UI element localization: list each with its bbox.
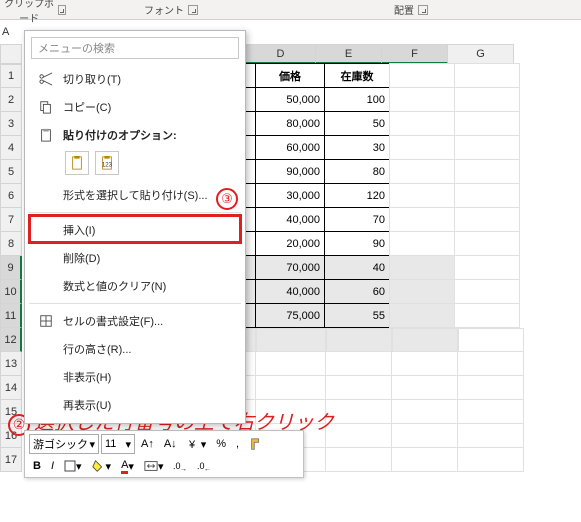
mini-italic[interactable]: I — [47, 456, 58, 476]
cell-price[interactable]: 30,000 — [255, 183, 325, 208]
cell-stock[interactable]: 120 — [324, 183, 390, 208]
column-header-g[interactable]: G — [448, 44, 514, 64]
mini-size-select[interactable]: 11▾ — [101, 434, 135, 454]
menu-format-cells[interactable]: セルの書式設定(F)... — [25, 307, 245, 335]
cell-stock[interactable]: 80 — [324, 159, 390, 184]
column-header-e[interactable]: E — [316, 44, 382, 64]
row-header-9[interactable]: 9 — [0, 256, 22, 280]
mini-percent[interactable]: % — [212, 434, 230, 454]
menu-paste-options-label: 貼り付けのオプション: — [25, 121, 245, 149]
mini-accounting-format[interactable]: ¥▾ — [183, 434, 211, 454]
mini-font-color[interactable]: A▾ — [117, 456, 138, 476]
mini-format-painter[interactable] — [245, 434, 267, 454]
cell-stock[interactable]: 60 — [324, 279, 390, 304]
menu-delete[interactable]: 削除(D) — [25, 244, 245, 272]
cell-stock[interactable]: 55 — [324, 303, 390, 328]
select-all-corner[interactable] — [0, 44, 22, 64]
cell-price[interactable]: 60,000 — [255, 135, 325, 160]
mini-bold[interactable]: B — [29, 456, 45, 476]
cell-stock[interactable]: 40 — [324, 255, 390, 280]
menu-row-height[interactable]: 行の高さ(R)... — [25, 335, 245, 363]
cell-price[interactable]: 70,000 — [255, 255, 325, 280]
ribbon-alignment-label: 配置 — [394, 2, 414, 17]
menu-separator — [29, 303, 241, 304]
mini-decrease-font[interactable]: A↓ — [160, 434, 181, 454]
cell-price[interactable]: 40,000 — [255, 207, 325, 232]
svg-text:→: → — [180, 466, 187, 472]
scissors-icon — [35, 70, 57, 88]
mini-toolbar: 游ゴシック▾ 11▾ A↑ A↓ ¥▾ % , B I ▾ ▾ A▾ ▾ .0→… — [24, 430, 304, 478]
paste-option-default[interactable] — [65, 151, 89, 175]
cell-price[interactable]: 20,000 — [255, 231, 325, 256]
ribbon-clipboard-label: クリップボード — [4, 0, 54, 25]
cell-price[interactable]: 90,000 — [255, 159, 325, 184]
name-box[interactable]: A — [2, 26, 20, 38]
menu-insert[interactable]: 挿入(I) — [25, 216, 245, 244]
mini-decrease-decimal[interactable]: .0← — [193, 456, 215, 476]
format-cells-icon — [35, 312, 57, 330]
svg-text:¥: ¥ — [188, 439, 196, 451]
menu-unhide[interactable]: 再表示(U) — [25, 391, 245, 419]
cell-stock[interactable]: 50 — [324, 111, 390, 136]
row-header-12[interactable]: 12 — [0, 328, 22, 352]
row-header-10[interactable]: 10 — [0, 280, 22, 304]
header-price[interactable]: 価格 — [255, 63, 325, 88]
menu-hide[interactable]: 非表示(H) — [25, 363, 245, 391]
menu-clear[interactable]: 数式と値のクリア(N) — [25, 272, 245, 300]
svg-text:123: 123 — [102, 162, 113, 169]
row-header-17[interactable]: 17 — [0, 448, 22, 472]
cell-stock[interactable]: 30 — [324, 135, 390, 160]
mini-fill-color[interactable]: ▾ — [88, 456, 116, 476]
menu-paste-special[interactable]: 形式を選択して貼り付け(S)... — [25, 181, 245, 209]
mini-increase-font[interactable]: A↑ — [137, 434, 158, 454]
copy-icon — [35, 98, 57, 116]
row-header-14[interactable]: 14 — [0, 376, 22, 400]
mini-comma[interactable]: , — [232, 434, 243, 454]
menu-copy[interactable]: コピー(C) — [25, 93, 245, 121]
menu-cut[interactable]: 切り取り(T) — [25, 65, 245, 93]
ribbon-group-labels: クリップボード フォント 配置 — [0, 0, 581, 20]
column-header-f[interactable]: F — [382, 44, 448, 64]
clipboard-icon — [35, 126, 57, 144]
cell-price[interactable]: 75,000 — [255, 303, 325, 328]
row-header-1[interactable]: 1 — [0, 64, 22, 88]
row-header-8[interactable]: 8 — [0, 232, 22, 256]
row-header-7[interactable]: 7 — [0, 208, 22, 232]
alignment-dialog-launcher[interactable] — [418, 5, 428, 15]
menu-search-input[interactable]: メニューの検索 — [31, 37, 239, 59]
annotation-step3: ③ — [216, 188, 238, 210]
row-header-3[interactable]: 3 — [0, 112, 22, 136]
cell-price[interactable]: 80,000 — [255, 111, 325, 136]
header-stock[interactable]: 在庫数 — [324, 63, 390, 88]
context-menu: メニューの検索 切り取り(T) コピー(C) 貼り付けのオプション: 123 形… — [24, 30, 246, 424]
row-header-4[interactable]: 4 — [0, 136, 22, 160]
cell-price[interactable]: 50,000 — [255, 87, 325, 112]
row-header-13[interactable]: 13 — [0, 352, 22, 376]
row-header-5[interactable]: 5 — [0, 160, 22, 184]
mini-merge[interactable]: ▾ — [140, 456, 168, 476]
row-header-6[interactable]: 6 — [0, 184, 22, 208]
row-header-11[interactable]: 11 — [0, 304, 22, 328]
clipboard-dialog-launcher[interactable] — [58, 5, 66, 15]
paste-option-values[interactable]: 123 — [95, 151, 119, 175]
cell-stock[interactable]: 100 — [324, 87, 390, 112]
mini-borders[interactable]: ▾ — [60, 456, 86, 476]
ribbon-font-label: フォント — [144, 2, 184, 17]
svg-text:←: ← — [204, 466, 211, 472]
menu-separator — [29, 212, 241, 213]
mini-font-select[interactable]: 游ゴシック▾ — [29, 434, 99, 454]
cell-stock[interactable]: 90 — [324, 231, 390, 256]
column-header-d[interactable]: D — [246, 44, 316, 64]
cell-stock[interactable]: 70 — [324, 207, 390, 232]
mini-increase-decimal[interactable]: .0→ — [169, 456, 191, 476]
cell-price[interactable]: 40,000 — [255, 279, 325, 304]
row-header-2[interactable]: 2 — [0, 88, 22, 112]
font-dialog-launcher[interactable] — [188, 5, 198, 15]
